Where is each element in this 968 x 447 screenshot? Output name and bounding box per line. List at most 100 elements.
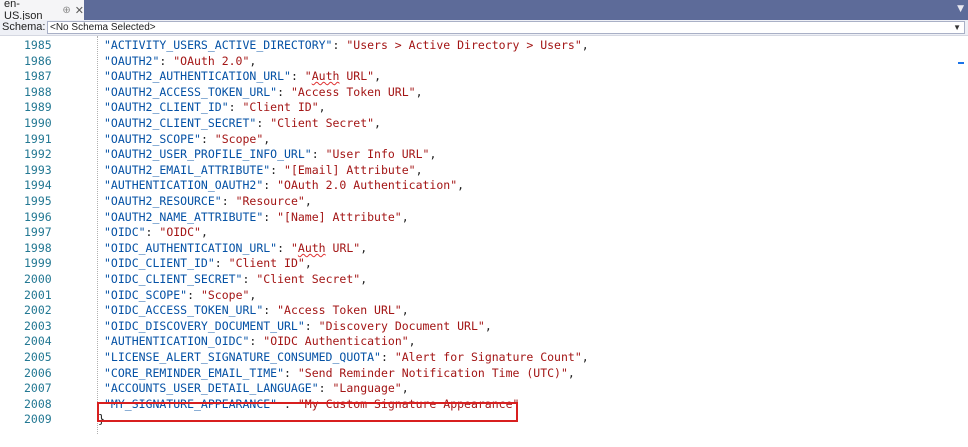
json-punctuation: , — [360, 240, 368, 255]
schema-bar: Schema: <No Schema Selected> ▼ — [0, 20, 968, 36]
json-value: "Users > Active Directory > Users" — [346, 38, 582, 52]
json-separator: : — [214, 256, 229, 271]
code-line[interactable]: 2006 "CORE_REMINDER_EMAIL_TIME": "Send Re… — [0, 365, 968, 382]
json-value: "Access Token URL" — [277, 303, 402, 318]
code-text: "LICENSE_ALERT_SIGNATURE_CONSUMED_QUOTA"… — [104, 349, 589, 366]
json-key: "OAUTH2_ACCESS_TOKEN_URL" — [104, 84, 278, 99]
json-value: "Client Secret" — [270, 116, 375, 130]
code-line[interactable]: 2000 "OIDC_CLIENT_SECRET": "Client Secret… — [0, 271, 968, 288]
json-value: "Client ID" — [228, 256, 305, 271]
line-number: 1989 — [24, 100, 52, 115]
line-number: 2008 — [24, 396, 52, 411]
json-punctuation: , — [200, 225, 208, 240]
json-punctuation: , — [249, 287, 257, 302]
code-line[interactable]: 2005 "LICENSE_ALERT_SIGNATURE_CONSUMED_QU… — [0, 349, 968, 366]
line-number: 2003 — [24, 318, 52, 333]
json-punctuation: , — [304, 194, 312, 208]
line-number: 1992 — [24, 147, 52, 162]
pin-icon[interactable]: ⊕ — [62, 5, 70, 16]
line-number: 2007 — [24, 381, 52, 396]
code-line[interactable]: 1998 "OIDC_AUTHENTICATION_URL": "Auth URL… — [0, 240, 968, 257]
json-punctuation: , — [401, 381, 409, 396]
schema-select-value: <No Schema Selected> — [50, 22, 156, 33]
code-text: "ACCOUNTS_USER_DETAIL_LANGUAGE": "Langua… — [104, 380, 409, 397]
code-text: "OIDC_ACCESS_TOKEN_URL": "Access Token U… — [104, 302, 409, 319]
json-punctuation: , — [408, 334, 416, 349]
code-line[interactable]: 1990 "OAUTH2_CLIENT_SECRET": "Client Secr… — [0, 115, 968, 132]
code-text: "CORE_REMINDER_EMAIL_TIME": "Send Remind… — [104, 365, 575, 382]
json-punctuation: , — [581, 350, 589, 364]
json-punctuation: , — [484, 318, 492, 333]
code-text: "ACTIVITY_USERS_ACTIVE_DIRECTORY": "User… — [104, 37, 589, 54]
code-line[interactable]: 1987 "OAUTH2_AUTHENTICATION_URL": "Auth U… — [0, 68, 968, 85]
json-separator: : — [187, 287, 201, 302]
json-value: "Discovery Document URL" — [318, 318, 485, 333]
code-text: "OIDC_SCOPE": "Scope", — [104, 287, 256, 304]
code-text: "OAUTH2_ACCESS_TOKEN_URL": "Access Token… — [104, 84, 423, 101]
code-line[interactable]: 2001 "OIDC_SCOPE": "Scope", — [0, 287, 968, 304]
schema-label: Schema: — [2, 21, 46, 33]
code-editor[interactable]: 1985 "ACTIVITY_USERS_ACTIVE_DIRECTORY": "… — [0, 36, 968, 447]
json-value: "Language" — [332, 381, 402, 396]
json-separator: : — [304, 318, 319, 333]
json-key: "OAUTH2_USER_PROFILE_INFO_URL" — [104, 147, 312, 162]
code-line[interactable]: 1997 "OIDC": "OIDC", — [0, 224, 968, 241]
json-value: "OIDC" — [159, 225, 201, 240]
code-line[interactable]: 1999 "OIDC_CLIENT_ID": "Client ID", — [0, 255, 968, 272]
json-key: "OAUTH2_SCOPE" — [104, 131, 201, 146]
code-text: "OIDC_DISCOVERY_DOCUMENT_URL": "Discover… — [104, 318, 492, 335]
code-line[interactable]: 2007 "ACCOUNTS_USER_DETAIL_LANGUAGE": "La… — [0, 380, 968, 397]
tab-label: en-US.json — [4, 0, 43, 22]
json-value: "Access Token URL" — [290, 84, 416, 99]
code-line[interactable]: 2002 "OIDC_ACCESS_TOKEN_URL": "Access Tok… — [0, 302, 968, 319]
tab-en-us-json[interactable]: en-US.json ⊕ ✕ — [0, 0, 84, 22]
json-value: "Scope" — [214, 131, 264, 146]
json-key: "OAUTH2_CLIENT_SECRET" — [104, 116, 257, 130]
line-number: 1987 — [24, 69, 52, 84]
json-separator: : — [256, 116, 271, 130]
code-line[interactable]: 1994 "AUTHENTICATION_OAUTH2": "OAuth 2.0 … — [0, 177, 968, 194]
line-number: 2006 — [24, 365, 52, 380]
code-line[interactable]: 2004 "AUTHENTICATION_OIDC": "OIDC Authent… — [0, 333, 968, 350]
code-line[interactable]: 1986 "OAUTH2": "OAuth 2.0", — [0, 53, 968, 70]
json-value: "Auth URL" — [304, 69, 375, 84]
json-punctuation: , — [415, 84, 423, 99]
json-separator: : — [263, 209, 278, 224]
json-punctuation: , — [304, 256, 312, 271]
document-tab-strip: en-US.json ⊕ ✕ ▼ — [0, 0, 968, 22]
code-line[interactable]: 1993 "OAUTH2_EMAIL_ATTRIBUTE": "[Email] A… — [0, 162, 968, 179]
line-number: 2002 — [24, 303, 52, 318]
json-punctuation: , — [318, 100, 326, 115]
json-key: "ACTIVITY_USERS_ACTIVE_DIRECTORY" — [104, 38, 333, 52]
json-value: "OIDC Authentication" — [263, 334, 409, 349]
json-separator: : — [263, 178, 278, 193]
line-number: 1998 — [24, 240, 52, 255]
tab-overflow-dropdown-icon[interactable]: ▼ — [957, 4, 964, 14]
schema-select[interactable]: <No Schema Selected> ▼ — [47, 21, 965, 34]
code-line[interactable]: 2003 "OIDC_DISCOVERY_DOCUMENT_URL": "Disc… — [0, 318, 968, 335]
json-value: "Client ID" — [242, 100, 319, 115]
json-key: "OAUTH2_RESOURCE" — [104, 194, 222, 208]
code-line[interactable]: 1989 "OAUTH2_CLIENT_ID": "Client ID", — [0, 99, 968, 116]
json-separator: : — [311, 147, 326, 162]
code-line[interactable]: 1991 "OAUTH2_SCOPE": "Scope", — [0, 131, 968, 148]
code-line[interactable]: 1985 "ACTIVITY_USERS_ACTIVE_DIRECTORY": "… — [0, 37, 968, 54]
code-line[interactable]: 1996 "OAUTH2_NAME_ATTRIBUTE": "[Name] Att… — [0, 209, 968, 226]
close-icon[interactable]: ✕ — [75, 4, 84, 17]
code-line[interactable]: 1992 "OAUTH2_USER_PROFILE_INFO_URL": "Use… — [0, 146, 968, 163]
json-key: "AUTHENTICATION_OAUTH2" — [104, 178, 264, 193]
code-line[interactable]: 1995 "OAUTH2_RESOURCE": "Resource", — [0, 193, 968, 210]
json-separator: : — [145, 225, 160, 240]
chevron-down-icon: ▼ — [953, 23, 961, 32]
code-line[interactable]: 1988 "OAUTH2_ACCESS_TOKEN_URL": "Access T… — [0, 84, 968, 101]
json-separator: : — [270, 162, 285, 177]
json-key: "OIDC_AUTHENTICATION_URL" — [104, 240, 278, 255]
json-separator: : — [159, 53, 174, 68]
json-key: "OIDC_DISCOVERY_DOCUMENT_URL" — [104, 318, 305, 333]
json-key: "OIDC_CLIENT_SECRET" — [104, 272, 243, 286]
line-number: 1991 — [24, 131, 52, 146]
code-text: "OIDC_CLIENT_ID": "Client ID", — [104, 255, 312, 272]
scrollbar-marker — [958, 62, 964, 64]
json-value: "Client Secret" — [256, 272, 361, 286]
json-separator: : — [249, 334, 264, 349]
